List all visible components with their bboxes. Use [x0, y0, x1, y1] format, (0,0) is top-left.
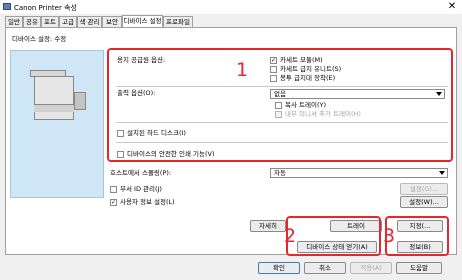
printer-app-icon — [3, 3, 11, 10]
spooling-select[interactable]: 자동 — [270, 168, 448, 178]
apply-button[interactable]: 적용(A) — [350, 262, 392, 274]
tab-security[interactable]: 보안 — [102, 16, 122, 27]
chevron-down-icon — [439, 171, 445, 175]
tab-ports[interactable]: 포트 — [41, 16, 59, 27]
spooling-label: 호스트에서 스풀링(P): — [110, 169, 172, 177]
printer-body — [34, 76, 74, 120]
user-info-checkbox[interactable]: ✓ — [110, 199, 117, 206]
user-info-label: 사용자 정보 설정(L) — [120, 198, 175, 206]
panel-heading: 디바이스 설정: 수정 — [12, 35, 67, 43]
printer-output-tray — [74, 92, 86, 110]
ok-button[interactable]: 확인 — [258, 262, 300, 274]
dept-id-label: 부서 ID 관리(J) — [120, 185, 162, 193]
user-info-settings-button[interactable]: 설정(W)... — [400, 196, 448, 208]
details-button[interactable]: 자세히 — [250, 220, 286, 232]
cancel-button[interactable]: 취소 — [304, 262, 346, 274]
close-icon[interactable]: ✕ — [445, 1, 459, 13]
annotation-box-1 — [107, 48, 453, 162]
annotation-number-3: 3 — [383, 225, 396, 247]
annotation-number-1: 1 — [236, 59, 249, 81]
tab-general[interactable]: 일반 — [5, 16, 23, 27]
annotation-number-2: 2 — [284, 225, 297, 247]
dept-id-settings-button[interactable]: 설정(G)... — [400, 183, 448, 195]
tab-advanced[interactable]: 고급 — [59, 16, 77, 27]
dept-id-checkbox[interactable] — [110, 186, 117, 193]
tab-profile[interactable]: 프로파일 — [163, 16, 193, 27]
annotation-box-2 — [286, 216, 381, 256]
window-title: Canon Printer 속성 — [14, 4, 77, 12]
help-button[interactable]: 도움말 — [396, 262, 442, 274]
tab-color-management[interactable]: 색 관리 — [77, 16, 102, 27]
printer-drawer — [34, 104, 74, 112]
tab-sharing[interactable]: 공유 — [23, 16, 41, 27]
spooling-value: 자동 — [274, 169, 286, 177]
